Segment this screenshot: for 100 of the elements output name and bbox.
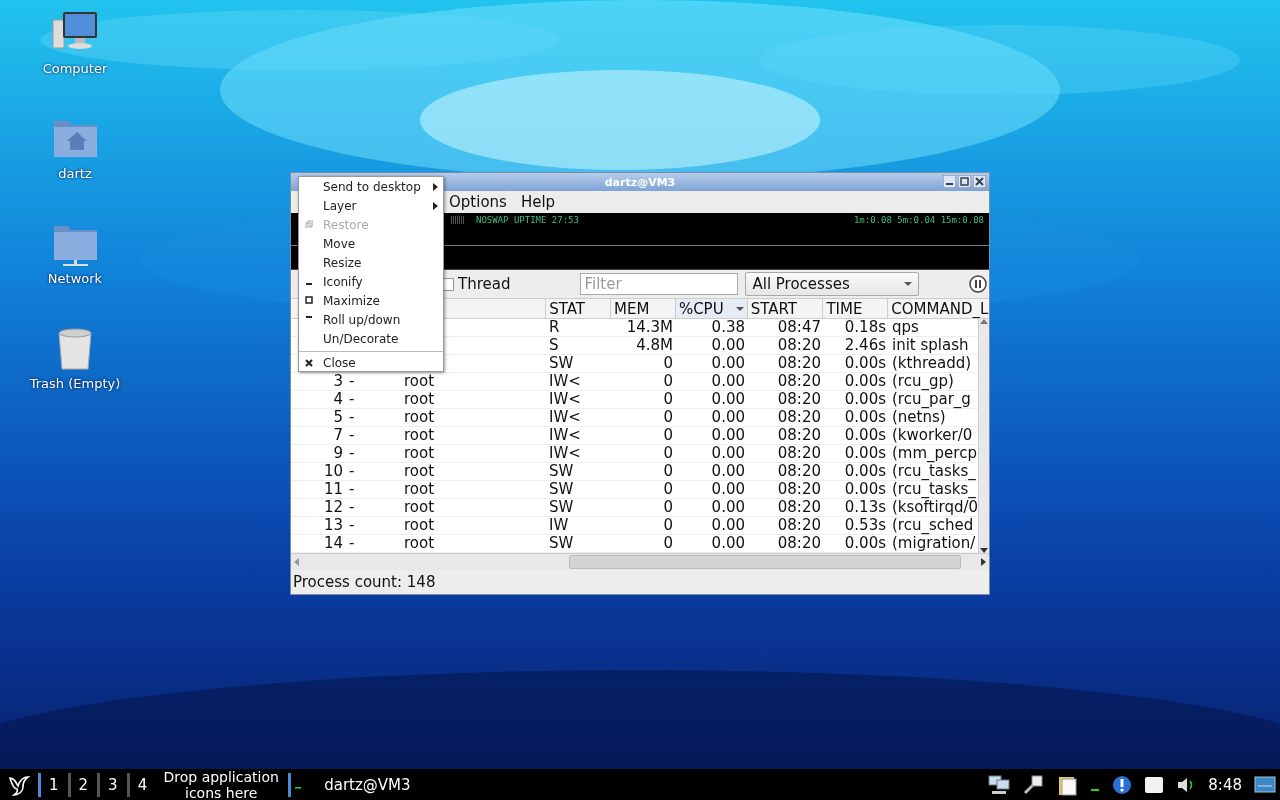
menu-bar-item[interactable]: Options bbox=[449, 193, 507, 211]
table-cell-text: IW< bbox=[548, 391, 582, 409]
table-cell-text: 0.00 bbox=[710, 517, 746, 535]
table-cell-text: 08:20 bbox=[776, 355, 822, 373]
load-average-text: 1m:0.08 5m:0.04 15m:0.08 bbox=[853, 214, 984, 225]
desktop-icon-label[interactable]: Trash (Empty) bbox=[29, 376, 121, 391]
menu-item[interactable]: Maximize bbox=[299, 291, 443, 310]
table-cell-text: 08:20 bbox=[776, 373, 822, 391]
table-cell-text: 08:20 bbox=[776, 499, 822, 517]
table-cell-text: IW< bbox=[548, 427, 582, 445]
table-cell-text: SW bbox=[548, 535, 575, 553]
menu-item[interactable]: Roll up/down bbox=[299, 310, 443, 329]
table-cell-text: 0.00 bbox=[710, 427, 746, 445]
table-cell-text: - bbox=[348, 391, 356, 409]
task-button[interactable]: dartz@VM3 bbox=[324, 775, 411, 794]
table-cell-text: root bbox=[403, 481, 436, 499]
menu-item[interactable]: Un/Decorate bbox=[299, 329, 443, 348]
table-cell-text: IW< bbox=[548, 445, 582, 463]
table-cell-text: 4.8M bbox=[635, 337, 674, 355]
table-cell-text: 0 bbox=[662, 427, 674, 445]
table-cell-text: 08:47 bbox=[776, 319, 822, 337]
window-title: dartz@VM3 bbox=[604, 175, 676, 189]
table-cell-text: - bbox=[348, 427, 356, 445]
column-header[interactable]: %CPU bbox=[674, 299, 747, 319]
table-cell-text: (mm_percp bbox=[891, 445, 978, 463]
table-cell-text: 0.18s bbox=[843, 319, 887, 337]
table-cell-text: root bbox=[403, 373, 436, 391]
table-cell-text: root bbox=[403, 445, 436, 463]
column-header[interactable]: STAT bbox=[545, 299, 611, 319]
table-cell-text: 5 bbox=[332, 409, 344, 427]
table-cell-text: root bbox=[403, 535, 436, 553]
table-cell-text: 08:20 bbox=[776, 535, 822, 553]
table-cell-text: IW bbox=[548, 517, 570, 535]
table-cell-text: - bbox=[348, 445, 356, 463]
table-cell-text: 0.00 bbox=[710, 499, 746, 517]
table-cell-text: 0.00 bbox=[710, 391, 746, 409]
menu-item[interactable]: Close bbox=[299, 354, 443, 371]
table-cell-text: (rcu_par_g bbox=[891, 391, 972, 409]
table-cell-text: IW< bbox=[548, 409, 582, 427]
table-cell-text: (rcu_gp) bbox=[891, 373, 955, 391]
process-filter-dropdown[interactable]: All Processes bbox=[745, 272, 920, 296]
desktop-switch[interactable]: 4 bbox=[126, 772, 157, 797]
table-cell-text: 0.00 bbox=[710, 337, 746, 355]
table-cell-text: (ksoftirqd/0 bbox=[891, 499, 978, 517]
table-cell-text: 0.00s bbox=[843, 391, 887, 409]
table-cell-text: 08:20 bbox=[776, 391, 822, 409]
table-cell-text: 14 bbox=[322, 535, 344, 553]
table-cell-text: 0.38 bbox=[710, 319, 746, 337]
table-cell-text: (migration/ bbox=[891, 535, 977, 553]
menu-item[interactable]: Layer bbox=[299, 196, 443, 215]
menu-item[interactable]: Iconify bbox=[299, 272, 443, 291]
filter-field[interactable]: Filter bbox=[580, 273, 739, 295]
table-cell-text: 0.00s bbox=[843, 535, 887, 553]
table-cell-text: S bbox=[548, 337, 560, 355]
status-bar-text: Process count: 148 bbox=[292, 572, 437, 593]
table-cell-text: 08:20 bbox=[776, 337, 822, 355]
desktop-switch[interactable]: 1 bbox=[38, 772, 68, 797]
desktop-switch[interactable]: 2 bbox=[67, 772, 98, 797]
table-cell-text: root bbox=[403, 499, 436, 517]
checkbox-label: Thread bbox=[458, 275, 511, 293]
table-cell-text: 7 bbox=[332, 427, 344, 445]
table-cell-text: R bbox=[548, 319, 561, 337]
table-cell-text: root bbox=[403, 463, 436, 481]
table-cell-text: 13 bbox=[322, 517, 344, 535]
menu-item[interactable]: Move bbox=[299, 234, 443, 253]
table-cell-text: - bbox=[348, 535, 356, 553]
table-cell-text: 12 bbox=[322, 499, 344, 517]
table-cell-text: (rcu_sched bbox=[891, 517, 975, 535]
column-header[interactable]: COMMAND_L bbox=[887, 299, 989, 319]
table-cell-text: root bbox=[403, 409, 436, 427]
table-cell-text: (kworker/0 bbox=[891, 427, 974, 445]
table-cell-text: 0 bbox=[662, 391, 674, 409]
clock[interactable]: 8:48 bbox=[1208, 775, 1242, 794]
table-cell-text: root bbox=[403, 517, 436, 535]
desktop-icon-label[interactable]: Network bbox=[47, 271, 103, 286]
uptime-text: NOSWAP UPTIME 27:53 bbox=[476, 214, 579, 225]
menu-bar-item[interactable]: Help bbox=[520, 193, 556, 211]
table-cell-text: root bbox=[403, 391, 436, 409]
table-cell-text: 0 bbox=[662, 373, 674, 391]
table-cell-text: 0.00s bbox=[843, 373, 887, 391]
menu-item[interactable]: Resize bbox=[299, 253, 443, 272]
table-cell-text: - bbox=[348, 517, 356, 535]
table-cell-text: 0.00s bbox=[843, 409, 887, 427]
table-cell-text: 0.00s bbox=[843, 481, 887, 499]
table-cell-text: 08:20 bbox=[776, 427, 822, 445]
table-cell-text: 0.00 bbox=[710, 409, 746, 427]
table-cell-text: 11 bbox=[322, 481, 344, 499]
column-header[interactable]: START bbox=[746, 299, 823, 319]
column-header[interactable]: MEM bbox=[610, 299, 675, 319]
column-header[interactable]: TIME bbox=[822, 299, 888, 319]
table-cell-text: (rcu_tasks_ bbox=[891, 481, 977, 499]
table-cell-text: 0.00 bbox=[710, 373, 746, 391]
table-cell-text: 0.00s bbox=[843, 445, 887, 463]
table-cell-text: 08:20 bbox=[776, 517, 822, 535]
table-cell-text: 10 bbox=[322, 463, 344, 481]
table-cell-text: 0.00s bbox=[843, 463, 887, 481]
table-cell-text: 08:20 bbox=[776, 409, 822, 427]
table-cell-text: 0.00 bbox=[710, 463, 746, 481]
desktop-switch[interactable]: 3 bbox=[97, 772, 127, 797]
table-cell-text: - bbox=[348, 409, 356, 427]
